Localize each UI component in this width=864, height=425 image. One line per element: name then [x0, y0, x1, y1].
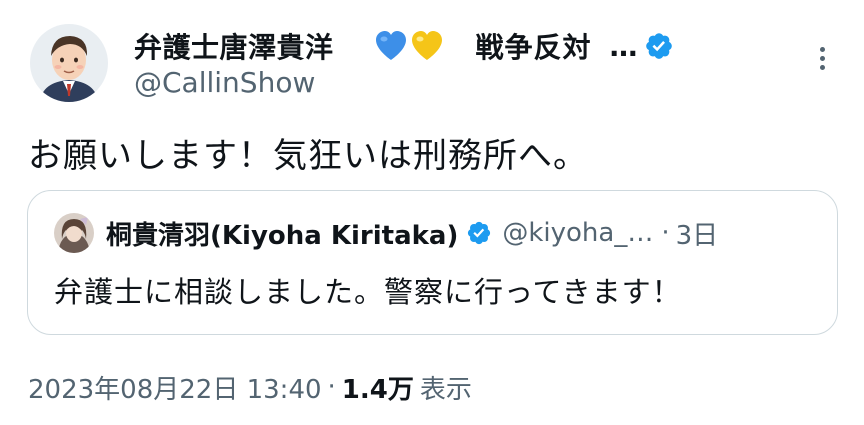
views-count: 1.4万: [341, 374, 414, 405]
verified-badge-icon: [468, 221, 491, 245]
more-options-button[interactable]: [810, 38, 834, 78]
author-handle[interactable]: @CallinShow: [134, 66, 315, 99]
author-name-row[interactable]: 弁護士唐澤貴洋 戦争反対 …: [134, 24, 674, 68]
more-vertical-icon-dot: [819, 64, 825, 70]
blue-heart-icon: [375, 31, 406, 60]
quoted-tweet-card[interactable]: 桐貴清羽(Kiyoha Kiritaka) @kiyoha_… · 3日 弁護士…: [27, 190, 838, 335]
tweet-text: お願いします！気狂いは刑務所へ。: [28, 136, 588, 176]
quoted-timestamp[interactable]: 3日: [676, 215, 719, 252]
quoted-tweet-text: 弁護士に相談しました。警察に行ってきます！: [54, 275, 682, 309]
quoted-handle[interactable]: @kiyoha_…: [502, 218, 653, 248]
yellow-heart-icon: [411, 31, 442, 60]
quoted-separator: ·: [661, 218, 670, 248]
meta-separator: ·: [327, 372, 336, 402]
author-display-name[interactable]: 弁護士唐澤貴洋: [134, 26, 334, 66]
author-avatar[interactable]: [30, 24, 108, 102]
verified-badge-icon: [645, 33, 672, 59]
tweet-meta: 2023年08月22日 13:40 · 1.4万 表示: [28, 368, 472, 406]
author-name-suffix: 戦争反対: [475, 31, 592, 64]
more-vertical-icon-dot: [819, 46, 825, 52]
views-label: 表示: [419, 374, 472, 405]
quoted-header: 桐貴清羽(Kiyoha Kiritaka) @kiyoha_… · 3日: [106, 213, 718, 253]
quoted-author-avatar[interactable]: [54, 213, 94, 253]
hearts-emoji-group: [374, 30, 444, 62]
tweet-timestamp[interactable]: 2023年08月22日 13:40: [28, 369, 322, 406]
name-truncation: …: [609, 29, 638, 63]
more-vertical-icon-dot: [819, 55, 825, 61]
quoted-display-name[interactable]: 桐貴清羽(Kiyoha Kiritaka): [106, 215, 458, 252]
